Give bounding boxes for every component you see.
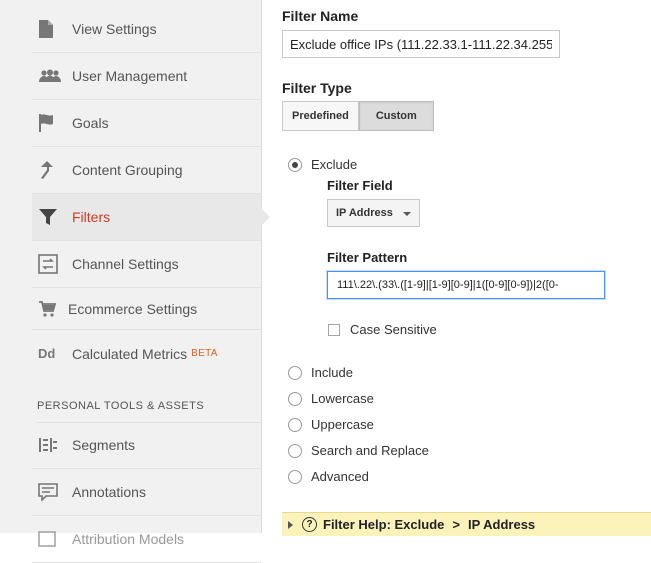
search-replace-option[interactable]: Search and Replace xyxy=(288,443,429,458)
attribution-icon xyxy=(32,531,72,547)
expand-triangle-icon xyxy=(288,520,293,529)
sidebar: View Settings User Management Goals Cont… xyxy=(0,0,270,563)
filter-name-label: Filter Name xyxy=(282,8,359,24)
filter-field-dropdown[interactable]: IP Address xyxy=(327,199,420,227)
uppercase-option[interactable]: Uppercase xyxy=(288,417,374,432)
sidebar-item-filters[interactable]: Filters xyxy=(32,194,270,241)
filter-pattern-input[interactable]: 111\.22\.(33\.([1-9]|[1-9][0-9]|1([0-9][… xyxy=(327,271,605,299)
filter-name-input[interactable] xyxy=(282,30,560,58)
sidebar-item-content-grouping[interactable]: Content Grouping xyxy=(32,147,261,194)
advanced-label: Advanced xyxy=(311,469,369,484)
sidebar-item-label: Filters xyxy=(72,209,111,225)
sidebar-item-label: View Settings xyxy=(72,21,157,37)
include-radio[interactable] xyxy=(288,365,302,380)
segments-icon xyxy=(32,437,72,453)
filter-help-bar[interactable]: ? Filter Help: Exclude > IP Address xyxy=(282,512,651,536)
dd-icon: Dd xyxy=(38,346,56,361)
filter-field-label: Filter Field xyxy=(327,178,393,193)
document-icon xyxy=(32,19,72,39)
sidebar-list: View Settings User Management Goals Cont… xyxy=(32,6,270,377)
search-replace-label: Search and Replace xyxy=(311,443,429,458)
sidebar-item-label: Segments xyxy=(72,437,136,453)
active-indicator-arrow xyxy=(261,208,270,226)
exclude-option[interactable]: Exclude xyxy=(288,157,357,172)
case-sensitive-checkbox[interactable] xyxy=(328,323,340,336)
lowercase-radio[interactable] xyxy=(288,391,302,406)
predefined-button[interactable]: Predefined xyxy=(282,101,359,131)
uppercase-radio[interactable] xyxy=(288,417,302,432)
sidebar-item-label: Calculated Metrics xyxy=(72,345,188,362)
lowercase-label: Lowercase xyxy=(311,391,374,406)
filter-type-toggle: Predefined Custom xyxy=(282,101,434,131)
help-icon: ? xyxy=(302,517,317,532)
funnel-icon xyxy=(32,208,72,226)
case-sensitive-label: Case Sensitive xyxy=(350,322,437,337)
filter-type-label: Filter Type xyxy=(282,80,352,96)
sidebar-item-label: Attribution Models xyxy=(72,531,185,547)
advanced-radio[interactable] xyxy=(288,469,302,484)
sidebar-item-goals[interactable]: Goals xyxy=(32,100,261,147)
sidebar-item-label: Ecommerce Settings xyxy=(68,300,198,317)
sidebar-item-user-management[interactable]: User Management xyxy=(32,53,261,100)
sidebar-item-label: User Management xyxy=(72,68,188,84)
case-sensitive-option[interactable]: Case Sensitive xyxy=(328,322,437,337)
help-suffix: IP Address xyxy=(467,517,536,532)
sidebar-item-ecommerce-settings[interactable]: Ecommerce Settings xyxy=(32,288,261,330)
uppercase-label: Uppercase xyxy=(311,417,374,432)
sidebar-item-channel-settings[interactable]: Channel Settings xyxy=(32,241,261,288)
include-option[interactable]: Include xyxy=(288,365,353,380)
chevron-down-icon xyxy=(403,212,411,216)
custom-button[interactable]: Custom xyxy=(358,101,434,131)
search-replace-radio[interactable] xyxy=(288,443,302,458)
lowercase-option[interactable]: Lowercase xyxy=(288,391,374,406)
exclude-radio[interactable] xyxy=(288,157,302,172)
sidebar-item-label: Channel Settings xyxy=(72,256,179,272)
sidebar-item-view-settings[interactable]: View Settings xyxy=(32,6,261,53)
users-icon xyxy=(32,69,72,83)
cart-icon xyxy=(32,300,68,317)
grouping-icon xyxy=(32,160,72,180)
sidebar-item-label: Annotations xyxy=(72,484,146,500)
filter-pattern-label: Filter Pattern xyxy=(327,250,408,265)
sidebar-item-label: Content Grouping xyxy=(72,162,183,178)
sidebar-item-segments[interactable]: Segments xyxy=(32,422,261,469)
channel-icon xyxy=(32,254,72,274)
sidebar-list-personal: Segments Annotations Attribution Models xyxy=(32,422,261,563)
sidebar-item-label: Goals xyxy=(72,115,109,131)
exclude-label: Exclude xyxy=(311,157,358,172)
sidebar-section-title: PERSONAL TOOLS & ASSETS xyxy=(37,400,261,423)
sidebar-item-annotations[interactable]: Annotations xyxy=(32,469,261,516)
sidebar-item-calculated-metrics[interactable]: Dd Calculated Metrics BETA xyxy=(32,330,261,377)
annotations-icon xyxy=(32,483,72,501)
filter-field-value: IP Address xyxy=(336,207,393,219)
sidebar-item-attribution-models[interactable]: Attribution Models xyxy=(32,516,261,563)
flag-icon xyxy=(32,113,72,133)
beta-badge: BETA xyxy=(191,348,218,359)
filter-pattern-value: 111\.22\.(33\.([1-9]|[1-9][0-9]|1([0-9][… xyxy=(337,279,559,291)
help-separator: > xyxy=(452,517,460,532)
help-prefix: Filter Help: Exclude xyxy=(323,517,445,532)
include-label: Include xyxy=(311,365,353,380)
advanced-option[interactable]: Advanced xyxy=(288,469,369,484)
